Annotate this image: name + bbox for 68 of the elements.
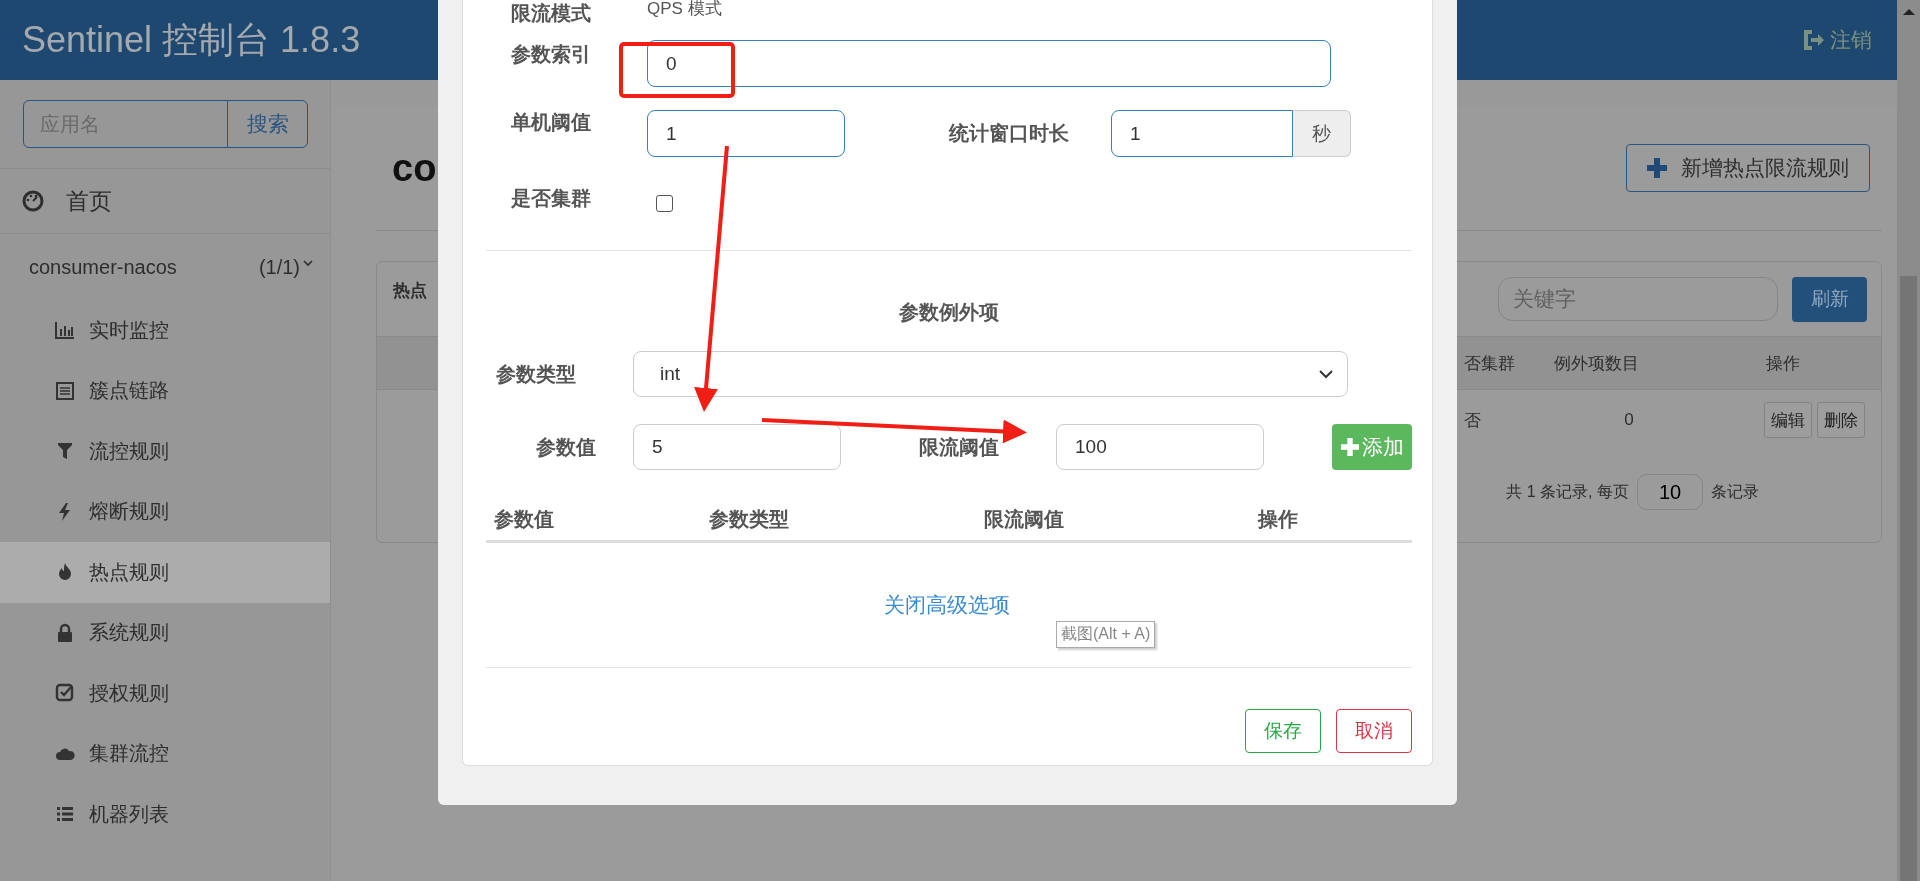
table-cell-text: 否 xyxy=(1464,409,1482,432)
window-field[interactable]: 1 xyxy=(1111,110,1293,157)
section-title: 参数例外项 xyxy=(898,300,1000,323)
column-header: 参数类型 xyxy=(709,506,790,532)
app-title: Sentinel 控制台 1.8.3 xyxy=(22,17,361,62)
add-button[interactable]: 添加 xyxy=(1332,424,1412,470)
refresh-button[interactable]: 刷新 xyxy=(1792,276,1867,322)
column-header: 参数值 xyxy=(494,506,555,532)
page-title: co xyxy=(391,146,437,190)
field-label: 是否集群 xyxy=(511,186,592,211)
param-value-field[interactable]: 5 xyxy=(633,424,841,470)
chevron-icon xyxy=(1319,369,1333,379)
logout-link[interactable]: 注销 xyxy=(1803,26,1872,54)
nav-item[interactable]: 簇点链路 xyxy=(0,360,330,421)
page-size-field[interactable]: 10 xyxy=(1637,474,1703,510)
checkbox-icon xyxy=(55,683,75,704)
nav-item[interactable]: 实时监控 xyxy=(0,300,330,361)
plus-icon xyxy=(1340,438,1359,456)
list-icon xyxy=(55,380,75,401)
nav-item[interactable]: 系统规则 xyxy=(0,602,330,663)
search-button[interactable]: 搜索 xyxy=(227,101,307,147)
cancel-button[interactable]: 取消 xyxy=(1336,709,1412,753)
bar-chart-icon xyxy=(55,320,75,341)
add-rule-button[interactable]: 新增热点限流规则 xyxy=(1626,144,1870,192)
threshold-field[interactable]: 1 xyxy=(647,110,845,157)
unit-addon: 秒 xyxy=(1293,110,1351,157)
logout-icon xyxy=(1803,30,1825,50)
field-label: 限流阈值 xyxy=(919,434,1000,460)
param-index-field[interactable]: 0 xyxy=(647,40,1331,87)
pagination-text: 共 1 条记录, 每页 xyxy=(1506,481,1629,502)
limit-field[interactable]: 100 xyxy=(1056,424,1264,470)
field-label: 参数值 xyxy=(535,434,596,460)
field-label: 参数索引 xyxy=(511,42,592,67)
param-type-select[interactable]: int xyxy=(633,351,1348,397)
home-item[interactable]: 首页 xyxy=(0,168,330,234)
nav-item[interactable]: 机器列表 xyxy=(0,784,330,845)
nav-item[interactable]: 集群流控 xyxy=(0,723,330,784)
tooltip: 截图(Alt + A) xyxy=(1056,621,1156,648)
field-label: 参数类型 xyxy=(496,361,577,387)
column-header: 例外项数目 xyxy=(1553,352,1640,375)
column-header: 否集群 xyxy=(1464,352,1516,375)
field-label: 限流模式 xyxy=(511,1,592,26)
nav-item[interactable]: 流控规则 xyxy=(0,421,330,482)
row-action-button[interactable]: 编辑 xyxy=(1764,402,1812,438)
save-button[interactable]: 保存 xyxy=(1245,709,1321,753)
column-header: 限流阈值 xyxy=(984,506,1065,532)
field-value: QPS 模式 xyxy=(647,0,722,17)
field-label: 统计窗口时长 xyxy=(949,121,1070,146)
column-header: 操作 xyxy=(1764,352,1801,375)
column-header: 操作 xyxy=(1258,506,1298,532)
nav-item[interactable]: 熔断规则 xyxy=(0,481,330,542)
plus-icon xyxy=(1647,158,1667,178)
row-action-button[interactable]: 删除 xyxy=(1817,402,1865,438)
cluster-checkbox[interactable] xyxy=(656,195,673,212)
advanced-toggle-link[interactable]: 关闭高级选项 xyxy=(883,591,1010,619)
nav-item[interactable]: 热点规则 xyxy=(0,542,330,603)
scroll-up-icon[interactable] xyxy=(1901,8,1916,16)
card-title: 热点 xyxy=(393,279,427,302)
scrollbar[interactable] xyxy=(1897,0,1920,881)
lock-icon xyxy=(55,622,75,643)
field-label: 单机阈值 xyxy=(511,109,592,135)
app-item[interactable]: consumer-nacos (1/1) xyxy=(0,234,330,300)
pagination-text: 条记录 xyxy=(1711,481,1759,502)
dashboard-icon xyxy=(22,190,44,212)
table-cell-text: 0 xyxy=(1623,410,1635,430)
keyword-field[interactable]: 关键字 xyxy=(1498,277,1778,321)
filter-icon xyxy=(55,441,75,462)
nav-item[interactable]: 授权规则 xyxy=(0,663,330,724)
